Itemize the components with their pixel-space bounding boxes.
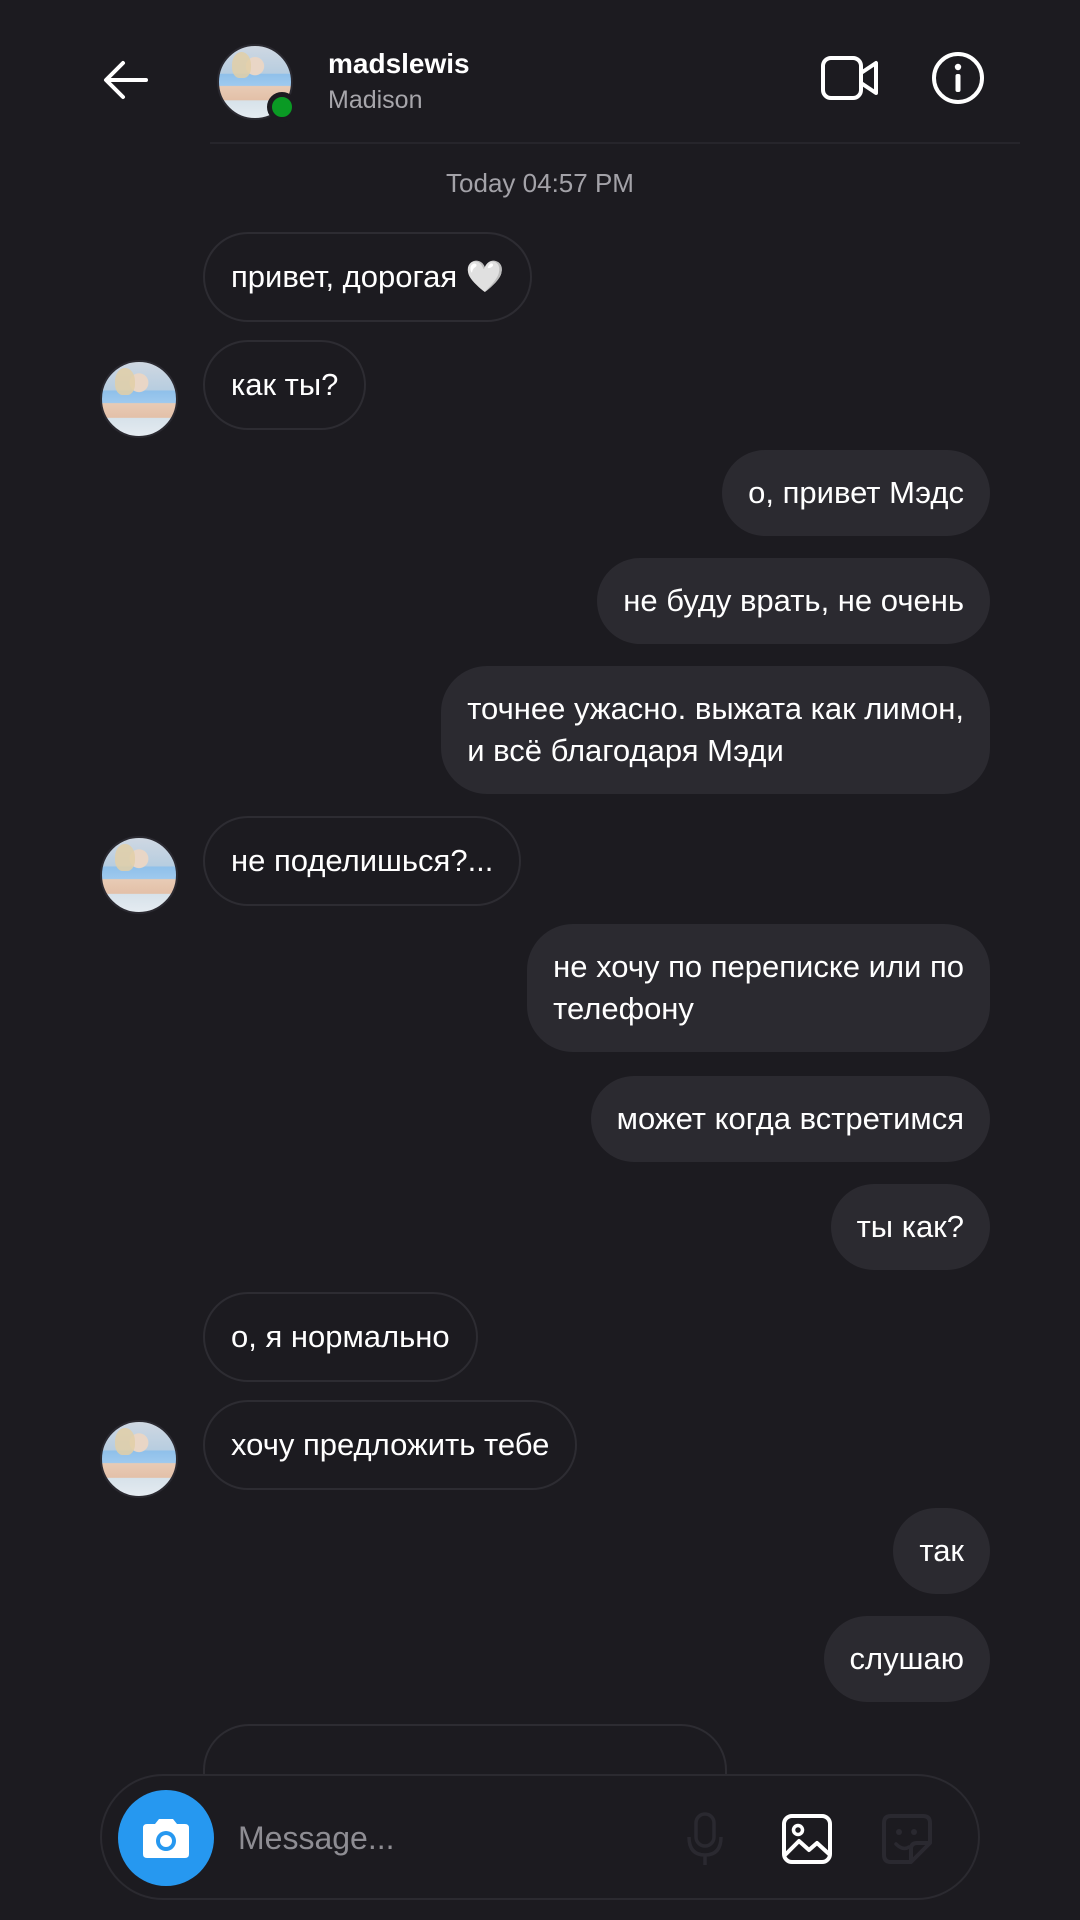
- voice-message-button[interactable]: [680, 1810, 730, 1870]
- outgoing-message[interactable]: не буду врать, не очень: [597, 558, 990, 644]
- incoming-message[interactable]: хочу предложить тебе: [203, 1400, 578, 1490]
- avatar-image: [100, 836, 178, 914]
- header-divider: [210, 142, 1020, 144]
- chat-header: madslewis Madison: [0, 0, 1080, 142]
- outgoing-message[interactable]: может когда встретимся: [590, 1076, 990, 1162]
- message-input[interactable]: [238, 1816, 538, 1860]
- outgoing-message[interactable]: ты как?: [830, 1184, 990, 1270]
- contact-avatar[interactable]: [217, 44, 297, 122]
- incoming-message[interactable]: привет, дорогая 🤍: [203, 232, 533, 322]
- info-icon: [932, 52, 984, 104]
- avatar-image: [100, 1420, 178, 1498]
- video-camera-icon: [821, 56, 878, 100]
- sender-avatar[interactable]: [100, 360, 178, 438]
- sticker-icon: [882, 1814, 932, 1864]
- incoming-message[interactable]: о, я нормально: [203, 1292, 478, 1382]
- incoming-message[interactable]: как ты?: [203, 340, 367, 430]
- outgoing-message[interactable]: о, привет Мэдс: [722, 450, 990, 536]
- contact-display-name: Madison: [328, 86, 423, 114]
- info-button[interactable]: [930, 50, 986, 106]
- gallery-icon: [782, 1814, 832, 1864]
- sender-avatar[interactable]: [100, 1420, 178, 1498]
- camera-button[interactable]: [118, 1790, 214, 1886]
- chat-screen: madslewis Madison Today 04:57 PM привет,…: [0, 0, 1080, 1920]
- conversation-timestamp: Today 04:57 PM: [446, 168, 634, 198]
- back-button[interactable]: [92, 52, 158, 108]
- avatar-image: [100, 360, 178, 438]
- incoming-message[interactable]: не поделишься?...: [203, 816, 522, 906]
- outgoing-message[interactable]: так: [893, 1508, 990, 1594]
- contact-username[interactable]: madslewis: [328, 48, 470, 80]
- sticker-button[interactable]: [880, 1812, 934, 1866]
- outgoing-message[interactable]: не хочу по переписке или по телефону: [527, 924, 990, 1052]
- video-call-button[interactable]: [818, 50, 882, 106]
- sender-avatar[interactable]: [100, 836, 178, 914]
- microphone-icon: [687, 1812, 723, 1865]
- online-status-indicator: [267, 92, 297, 122]
- gallery-button[interactable]: [780, 1812, 834, 1866]
- camera-icon: [143, 1819, 189, 1858]
- arrow-left-icon: [104, 61, 148, 99]
- outgoing-message[interactable]: слушаю: [823, 1616, 990, 1702]
- outgoing-message[interactable]: точнее ужасно. выжата как лимон, и всё б…: [441, 666, 990, 794]
- message-composer: [100, 1774, 980, 1900]
